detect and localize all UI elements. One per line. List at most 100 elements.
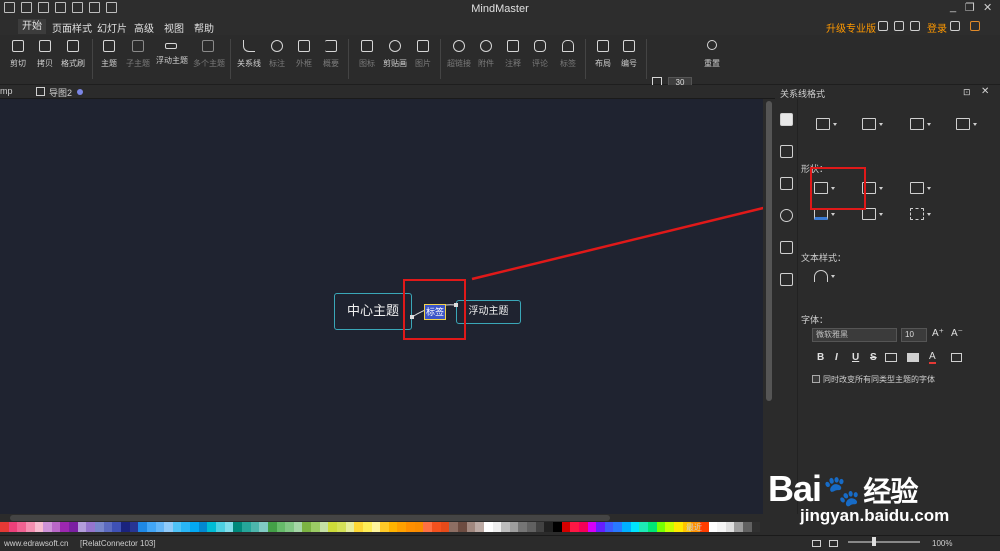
comment-button[interactable]: 评论: [525, 40, 555, 69]
color-swatch[interactable]: [561, 522, 571, 532]
reset-button[interactable]: 重置: [697, 40, 727, 69]
color-swatch[interactable]: [311, 522, 320, 532]
highlight-text-icon[interactable]: [907, 353, 919, 362]
color-swatch[interactable]: [717, 522, 726, 532]
color-swatch[interactable]: [578, 522, 588, 532]
arrow-style-button[interactable]: [910, 182, 931, 194]
color-swatch[interactable]: [250, 522, 260, 532]
tree-layout-button[interactable]: [910, 118, 931, 130]
color-swatch[interactable]: [8, 522, 18, 532]
color-swatch[interactable]: [164, 522, 173, 532]
subtopic-button[interactable]: 子主题: [123, 40, 153, 69]
central-topic[interactable]: 中心主题: [334, 293, 412, 330]
color-swatch[interactable]: [285, 522, 294, 532]
color-swatch[interactable]: [190, 522, 199, 532]
color-swatch[interactable]: [630, 522, 640, 532]
text-box-icon[interactable]: [951, 353, 962, 362]
save-icon[interactable]: [72, 2, 83, 13]
color-swatch[interactable]: [708, 522, 718, 532]
color-swatch[interactable]: [95, 522, 104, 532]
org-layout-button[interactable]: [862, 118, 883, 130]
color-swatch[interactable]: [181, 522, 191, 532]
color-swatch[interactable]: [457, 522, 467, 532]
color-swatch[interactable]: [267, 522, 277, 532]
topic-button[interactable]: 主题: [94, 40, 124, 69]
menu-advanced[interactable]: 高级: [134, 20, 154, 35]
color-swatch[interactable]: [432, 522, 441, 532]
canvas-vertical-scrollbar[interactable]: [763, 99, 775, 514]
boundary-button[interactable]: 外框: [289, 40, 319, 69]
scroll-thumb[interactable]: [10, 515, 610, 521]
fullscreen-icon[interactable]: [829, 540, 838, 547]
color-swatch[interactable]: [414, 522, 424, 532]
attachment-button[interactable]: 附件: [471, 40, 501, 69]
format-icon[interactable]: [780, 113, 793, 126]
color-swatch[interactable]: [380, 522, 389, 532]
color-swatch[interactable]: [656, 522, 666, 532]
menu-help[interactable]: 帮助: [194, 20, 214, 35]
color-swatch[interactable]: [518, 522, 528, 532]
color-swatch[interactable]: [138, 522, 147, 532]
color-swatch[interactable]: [216, 522, 225, 532]
decrease-font-icon[interactable]: A⁻: [951, 328, 963, 339]
color-swatch[interactable]: [492, 522, 502, 532]
multiple-topics-button[interactable]: 多个主题: [193, 40, 225, 69]
tab-previous[interactable]: mp: [0, 86, 13, 96]
color-swatch[interactable]: [0, 522, 9, 532]
color-swatch[interactable]: [501, 522, 510, 532]
color-swatch[interactable]: [604, 522, 614, 532]
icon-button[interactable]: 图标: [352, 40, 382, 69]
color-swatch[interactable]: [25, 522, 35, 532]
dash-style-button[interactable]: [910, 208, 931, 220]
minimize-button[interactable]: _: [950, 1, 956, 13]
bold-button[interactable]: B: [817, 352, 824, 363]
open-file-icon[interactable]: [55, 2, 66, 13]
publish-icon[interactable]: [910, 21, 920, 31]
color-swatch[interactable]: [570, 522, 579, 532]
redo-icon[interactable]: [21, 2, 32, 13]
color-swatch[interactable]: [120, 522, 130, 532]
skin-icon[interactable]: [950, 21, 960, 31]
color-swatch[interactable]: [259, 522, 268, 532]
color-swatch[interactable]: [345, 522, 355, 532]
outline-icon[interactable]: [780, 145, 793, 158]
color-swatch[interactable]: [43, 522, 52, 532]
color-swatch[interactable]: [639, 522, 649, 532]
share-icon[interactable]: [894, 21, 904, 31]
text-style-button[interactable]: [814, 270, 835, 282]
relationship-button[interactable]: 关系线: [234, 40, 264, 69]
color-swatch[interactable]: [596, 522, 605, 532]
canvas-horizontal-scrollbar[interactable]: [0, 514, 775, 522]
font-size-select[interactable]: 10: [901, 328, 927, 342]
zoom-slider[interactable]: [848, 541, 920, 543]
color-swatch[interactable]: [449, 522, 458, 532]
scroll-thumb[interactable]: [766, 101, 772, 401]
callout-button[interactable]: 标注: [262, 40, 292, 69]
color-swatch[interactable]: [77, 522, 87, 532]
color-swatch[interactable]: [466, 522, 476, 532]
color-swatch[interactable]: [233, 522, 242, 532]
align-icon[interactable]: [885, 353, 897, 362]
website-link[interactable]: www.edrawsoft.cn: [4, 539, 68, 548]
font-color-icon[interactable]: A: [929, 351, 936, 364]
color-swatch[interactable]: [34, 522, 44, 532]
color-swatch[interactable]: [362, 522, 372, 532]
tab-current[interactable]: 导图2: [49, 86, 72, 99]
color-swatch[interactable]: [544, 522, 553, 532]
color-swatch[interactable]: [734, 522, 744, 532]
color-swatch[interactable]: [751, 522, 761, 532]
clipart-panel-icon[interactable]: [780, 209, 793, 222]
apply-all-checkbox[interactable]: [812, 375, 820, 383]
image-panel-icon[interactable]: [780, 177, 793, 190]
color-swatch[interactable]: [483, 522, 493, 532]
color-swatch[interactable]: [725, 522, 735, 532]
menu-view[interactable]: 视图: [164, 20, 184, 35]
color-swatch[interactable]: [69, 522, 78, 532]
upgrade-button[interactable]: 升级专业版: [826, 20, 876, 35]
color-swatch[interactable]: [60, 522, 70, 532]
color-swatch[interactable]: [406, 522, 415, 532]
print-icon[interactable]: [89, 2, 100, 13]
cut-button[interactable]: 剪切: [3, 40, 33, 69]
color-swatch[interactable]: [17, 522, 26, 532]
italic-button[interactable]: I: [835, 352, 838, 363]
